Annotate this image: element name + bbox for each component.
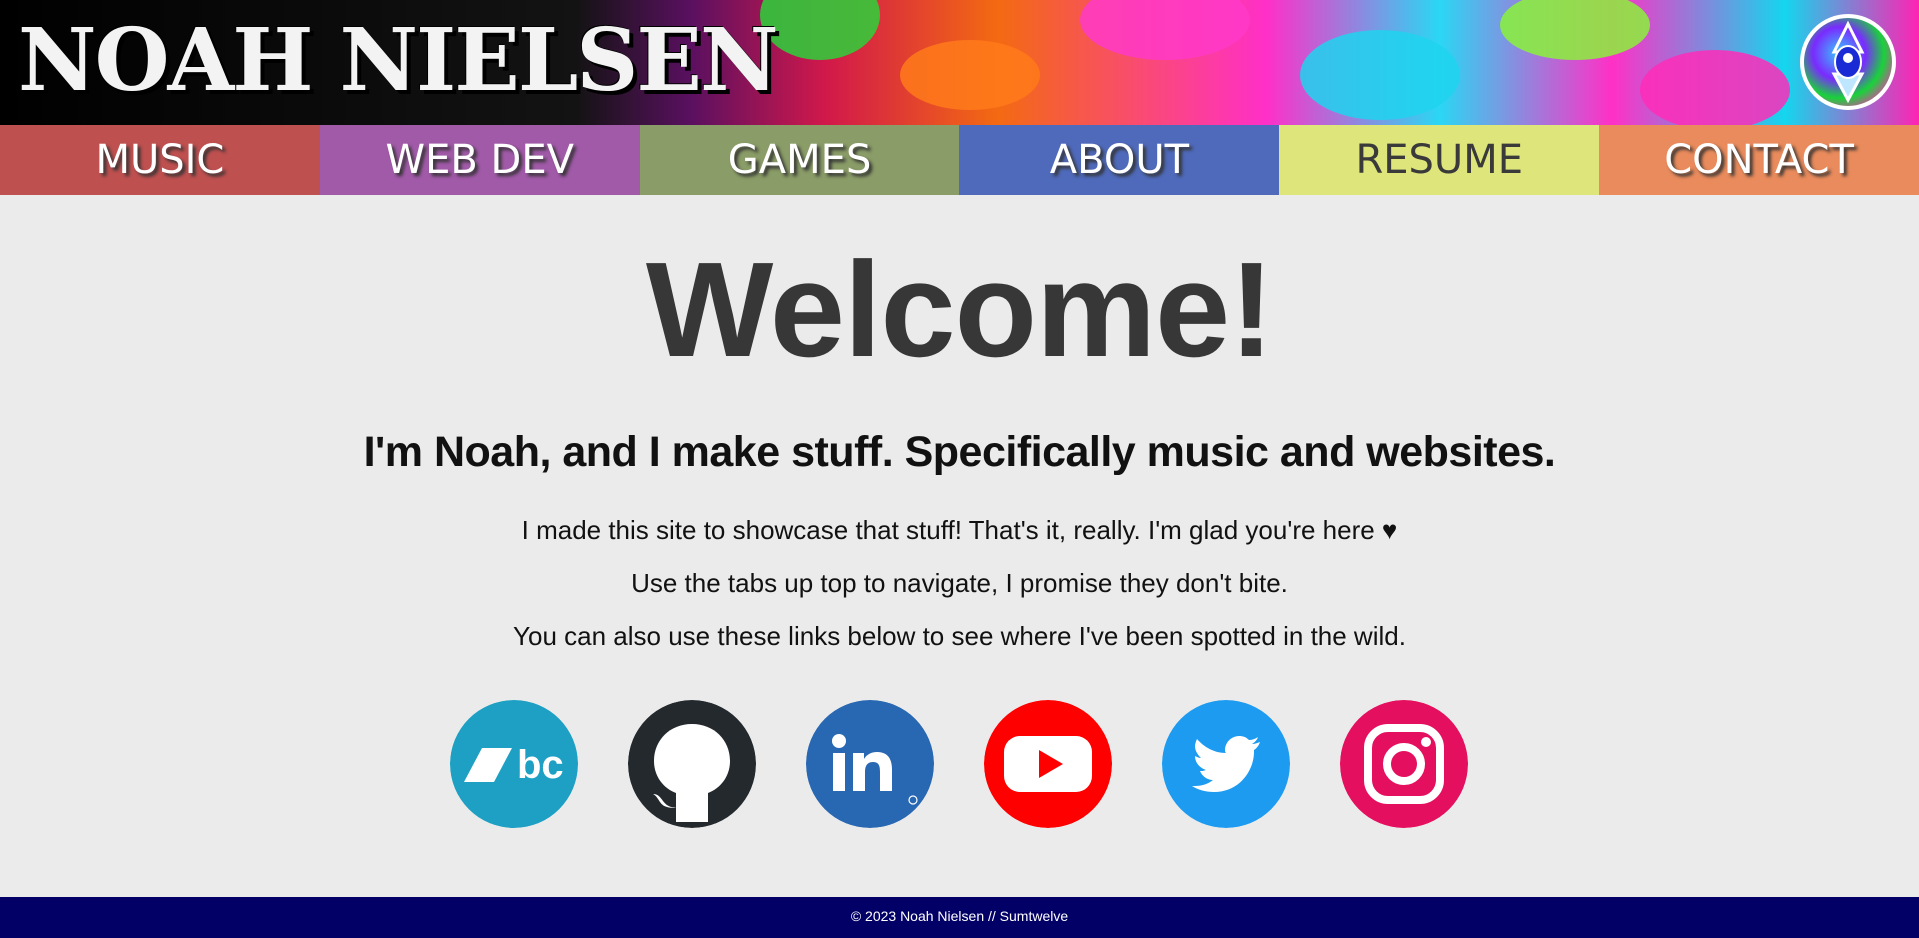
nav-tab-about[interactable]: ABOUT <box>959 125 1280 195</box>
nav-tab-web-dev[interactable]: WEB DEV <box>319 125 640 195</box>
bandcamp-link[interactable]: bc <box>450 700 578 828</box>
social-links: bc <box>450 700 1468 828</box>
nav-tab-contact[interactable]: CONTACT <box>1599 125 1919 195</box>
instagram-icon <box>1340 700 1468 828</box>
linkedin-link[interactable] <box>806 700 934 828</box>
site-header: NOAH NIELSEN <box>0 0 1919 125</box>
twitter-link[interactable] <box>1162 700 1290 828</box>
intro-paragraph: You can also use these links below to se… <box>513 621 1406 651</box>
welcome-heading: Welcome! <box>645 234 1274 385</box>
header-art-blob <box>760 0 880 60</box>
github-icon <box>628 700 756 828</box>
header-art-blob <box>1300 30 1460 120</box>
github-link[interactable] <box>628 700 756 828</box>
site-logo-icon[interactable] <box>1800 14 1896 110</box>
linkedin-icon <box>806 700 934 828</box>
copyright-text: © 2023 Noah Nielsen // Sumtwelve <box>850 908 1069 924</box>
header-art-blob <box>1640 50 1790 125</box>
nav-tab-music[interactable]: MUSIC <box>0 125 320 195</box>
site-title[interactable]: NOAH NIELSEN <box>18 6 779 116</box>
nav-tab-resume[interactable]: RESUME <box>1279 125 1600 195</box>
youtube-icon <box>984 700 1112 828</box>
nav-tab-games[interactable]: GAMES <box>639 125 960 195</box>
bandcamp-icon: bc <box>450 700 578 828</box>
intro-paragraph: I made this site to showcase that stuff!… <box>521 515 1398 545</box>
main-nav: MUSIC WEB DEV GAMES ABOUT RESUME CONTACT <box>0 125 1919 195</box>
header-art-blob <box>1080 0 1250 60</box>
svg-text:bc: bc <box>517 743 564 787</box>
instagram-link[interactable] <box>1340 700 1468 828</box>
intro-paragraph: Use the tabs up top to navigate, I promi… <box>631 568 1288 598</box>
site-footer: © 2023 Noah Nielsen // Sumtwelve <box>0 897 1919 938</box>
twitter-icon <box>1162 700 1290 828</box>
header-art-blob <box>900 40 1040 110</box>
intro-subtitle: I'm Noah, and I make stuff. Specifically… <box>363 428 1556 476</box>
youtube-link[interactable] <box>984 700 1112 828</box>
header-art-blob <box>1500 0 1650 60</box>
